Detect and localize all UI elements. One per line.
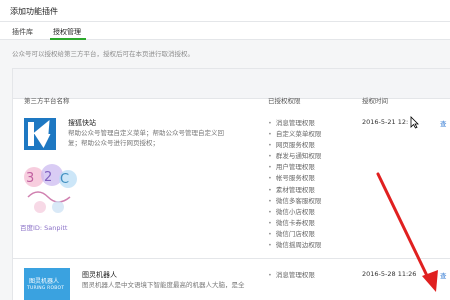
tab-authorization-management[interactable]: 授权管理 [53, 27, 81, 37]
column-header-auth-time: 授权时间 [362, 97, 388, 105]
permission-item: 自定义菜单权限 [268, 129, 322, 140]
cursor-icon [410, 116, 419, 129]
permission-item: 微信门店权限 [268, 229, 321, 240]
permission-item: 用户管理权限 [268, 162, 321, 173]
platform-description: 图灵机器人是中文语境下智能度最高的机器人大脑，是全 [82, 281, 245, 289]
permission-item: 群发与通知权限 [268, 151, 322, 162]
permission-item: 消息管理权限 [268, 270, 315, 281]
k-logo-icon [24, 118, 56, 150]
active-tab-indicator [50, 38, 86, 40]
top-bar: 添加功能插件 [0, 0, 450, 22]
platform-name: 搜狐快站 [68, 119, 96, 127]
watermark-caption: 百度ID: Sanpitt [20, 224, 68, 232]
auth-time: 2016-5-21 12: [362, 118, 409, 126]
column-header-permissions: 已授权权限 [268, 97, 301, 105]
view-link[interactable]: 查 [440, 118, 447, 128]
notice-text: 公众号可以授权给第三方平台，授权后可在本页进行取消授权。 [12, 50, 194, 58]
platform-name: 图灵机器人 [82, 271, 117, 279]
svg-text:3: 3 [26, 171, 34, 186]
permission-item: 微信多客服权限 [268, 196, 322, 207]
svg-text:2: 2 [44, 170, 52, 185]
page-title: 添加功能插件 [10, 7, 58, 16]
permission-item: 素材管理权限 [268, 185, 321, 196]
column-header-platform-name: 第三方平台名称 [24, 97, 70, 105]
red-arrow-icon [376, 172, 438, 292]
platform-description: 帮助公众号管理自定义菜单；帮助公众号管理自定义回 复；帮助公众号进行网页授权； [68, 129, 224, 147]
turing-robot-logo: 图灵机器人 TURING ROBOT [24, 268, 70, 300]
tab-bar: 插件库 授权管理 [0, 22, 450, 40]
permission-item: 微信揺周边权限 [268, 240, 322, 251]
permission-item: 网页服务权限 [268, 140, 321, 151]
permission-list: 消息管理权限 [268, 270, 315, 281]
permission-list: 消息管理权限 自定义菜单权限 网页服务权限 群发与通知权限 用户管理权限 帐号服… [268, 118, 322, 251]
watermark-image: 3 2 C [24, 164, 77, 213]
tab-plugin-library[interactable]: 插件库 [12, 27, 33, 37]
permission-item: 帐号服务权限 [268, 173, 321, 184]
svg-text:C: C [60, 172, 69, 187]
permission-item: 消息管理权限 [268, 118, 321, 129]
permission-item: 微信卡券权限 [268, 218, 321, 229]
permission-item: 微信小店权限 [268, 207, 321, 218]
